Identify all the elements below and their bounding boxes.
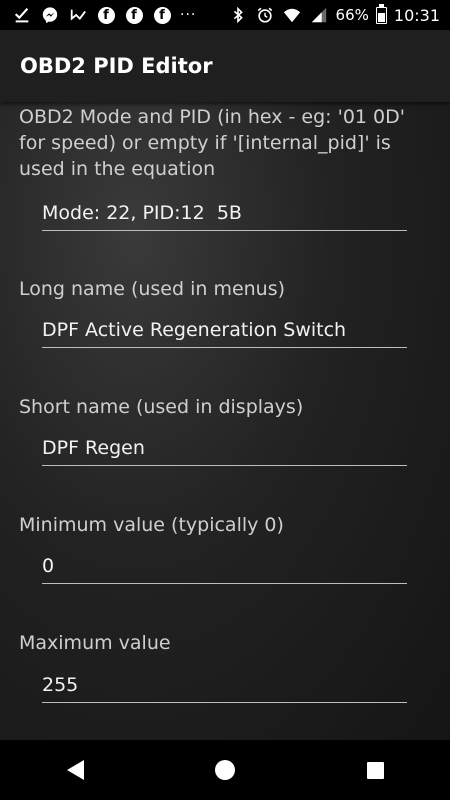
download-done-icon [12,5,32,25]
long-name-label: Long name (used in menus) [19,278,286,300]
bluetooth-icon [228,5,248,25]
cell-signal-icon [309,5,329,25]
max-value-label: Maximum value [19,632,171,654]
facebook-icon: f [124,5,144,25]
system-icons: 66% 10:31 [228,3,450,25]
facebook-icon: f [152,5,172,25]
long-name-input[interactable]: DPF Active Regeneration Switch [42,313,407,348]
messenger-icon [40,5,60,25]
mode-pid-input[interactable]: Mode: 22, PID:12 5B [42,196,407,231]
min-value-label: Minimum value (typically 0) [19,514,284,536]
battery-icon [375,3,387,24]
status-bar: f f f ··· 66% 10:31 [0,0,450,30]
wifi-icon [282,5,302,25]
check-mark-icon [68,5,88,25]
more-notifications-icon: ··· [180,7,197,23]
page-title: OBD2 PID Editor [20,54,213,78]
back-icon [66,760,84,780]
home-icon [215,760,235,780]
alarm-icon [255,5,275,25]
back-button[interactable] [45,740,105,800]
recent-apps-icon [366,761,384,779]
facebook-icon: f [96,5,116,25]
navigation-bar [0,740,450,800]
max-value-input[interactable]: 255 [42,668,407,703]
clock: 10:31 [393,5,440,25]
recent-apps-button[interactable] [345,740,405,800]
mode-pid-label: OBD2 Mode and PID (in hex - eg: '01 0D' … [19,106,405,180]
short-name-label: Short name (used in displays) [19,396,304,418]
home-button[interactable] [195,740,255,800]
app-bar: OBD2 PID Editor [0,30,450,102]
notification-icons: f f f ··· [0,5,196,25]
short-name-input[interactable]: DPF Regen [42,431,407,466]
min-value-input[interactable]: 0 [42,549,407,584]
battery-percent: 66% [335,6,369,24]
pid-editor-form: OBD2 Mode and PID (in hex - eg: '01 0D' … [0,102,450,740]
